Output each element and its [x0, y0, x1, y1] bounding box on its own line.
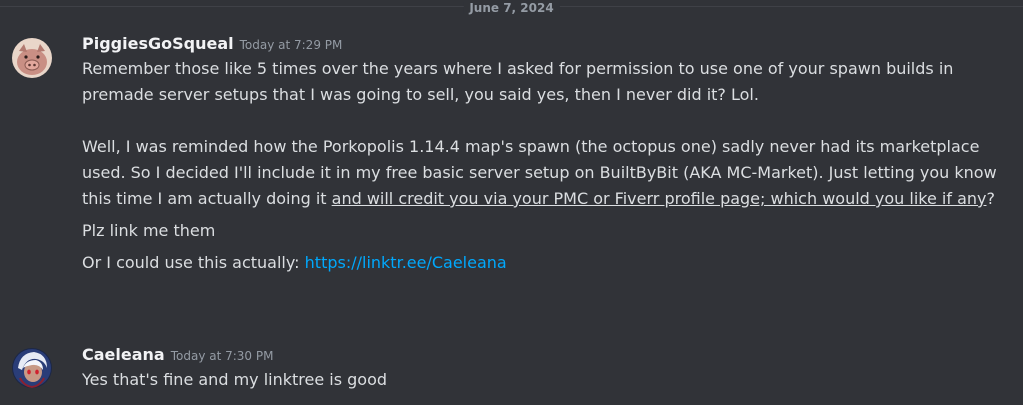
message-paragraph: Or I could use this actually: https://li… — [82, 250, 1009, 276]
message-content: PiggiesGoSqueal Today at 7:29 PM Remember… — [82, 32, 1009, 276]
message-header: Caeleana Today at 7:30 PM — [82, 343, 1009, 367]
author-username[interactable]: PiggiesGoSqueal — [82, 34, 234, 53]
message-paragraph: Plz link me them — [82, 221, 216, 240]
underlined-text: and will credit you via your PMC or Five… — [331, 189, 987, 208]
author-username[interactable]: Caeleana — [82, 345, 165, 364]
date-divider: June 7, 2024 — [0, 2, 1023, 14]
message-timestamp[interactable]: Today at 7:30 PM — [171, 349, 274, 363]
message-text: Or I could use this actually: — [82, 253, 305, 272]
message-paragraph: Remember those like 5 times over the yea… — [82, 59, 954, 104]
chat-messages-area: June 7, 2024 PiggiesGoSqueal Today at 7:2… — [0, 0, 1023, 405]
date-divider-label: June 7, 2024 — [463, 2, 560, 14]
message-header: PiggiesGoSqueal Today at 7:29 PM — [82, 32, 1009, 56]
message-timestamp[interactable]: Today at 7:29 PM — [240, 38, 343, 52]
pig-avatar-icon[interactable] — [12, 38, 52, 78]
linktree-link[interactable]: https://linktr.ee/Caeleana — [305, 253, 507, 272]
message-paragraph: Yes that's fine and my linktree is good — [82, 370, 388, 389]
anime-avatar-icon[interactable] — [12, 348, 52, 388]
message-paragraph: Well, I was reminded how the Porkopolis … — [82, 134, 1009, 212]
message-text: ? — [986, 189, 995, 208]
message-content: Caeleana Today at 7:30 PM Yes that's fine… — [82, 343, 1009, 393]
